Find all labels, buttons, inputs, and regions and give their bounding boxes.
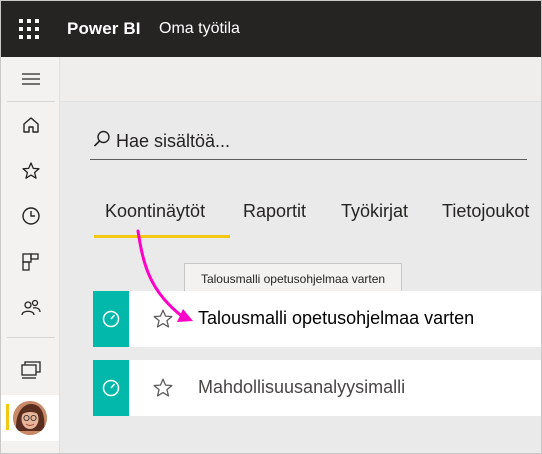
home-icon[interactable] <box>15 109 47 141</box>
favorite-star-icon[interactable] <box>152 308 174 330</box>
dashboard-icon <box>93 291 129 347</box>
nav-divider <box>7 101 55 102</box>
hamburger-menu-icon[interactable] <box>15 63 47 95</box>
search-icon <box>93 130 110 147</box>
main-content: Koontinäytöt Raportit Työkirjat Tietojou… <box>60 57 541 453</box>
item-name[interactable]: Mahdollisuusanalyysimalli <box>198 377 405 398</box>
app-window: Power BI Oma työtila Hae sisältöä... Koo… <box>0 0 542 454</box>
dashboard-icon <box>93 360 129 416</box>
apps-icon[interactable] <box>15 246 47 278</box>
list-item[interactable]: Talousmalli opetusohjelmaa varten <box>93 291 541 347</box>
recent-clock-icon[interactable] <box>15 200 47 232</box>
active-indicator <box>6 404 9 430</box>
content-header <box>60 57 541 102</box>
avatar[interactable] <box>13 401 47 435</box>
favorite-star-icon[interactable] <box>152 377 174 399</box>
workspace-name[interactable]: Oma työtila <box>159 20 240 38</box>
shared-with-me-icon[interactable] <box>15 292 47 324</box>
search-box[interactable] <box>90 127 527 160</box>
top-bar: Power BI Oma työtila <box>1 1 541 57</box>
tab-datasets[interactable]: Tietojoukot <box>442 201 529 222</box>
item-name[interactable]: Talousmalli opetusohjelmaa varten <box>198 308 474 329</box>
left-nav <box>1 57 60 453</box>
nav-divider <box>7 337 55 338</box>
workspaces-icon[interactable] <box>15 355 47 387</box>
app-launcher-icon[interactable] <box>15 15 43 43</box>
active-tab-indicator <box>94 235 230 238</box>
tab-reports[interactable]: Raportit <box>243 201 306 222</box>
my-workspace-item[interactable] <box>1 395 59 441</box>
tab-dashboards[interactable]: Koontinäytöt <box>105 201 205 222</box>
search-input[interactable] <box>116 127 516 155</box>
favorites-star-icon[interactable] <box>15 155 47 187</box>
list-item[interactable]: Mahdollisuusanalyysimalli <box>93 360 541 416</box>
app-brand[interactable]: Power BI <box>67 19 141 39</box>
tab-workbooks[interactable]: Työkirjat <box>341 201 408 222</box>
